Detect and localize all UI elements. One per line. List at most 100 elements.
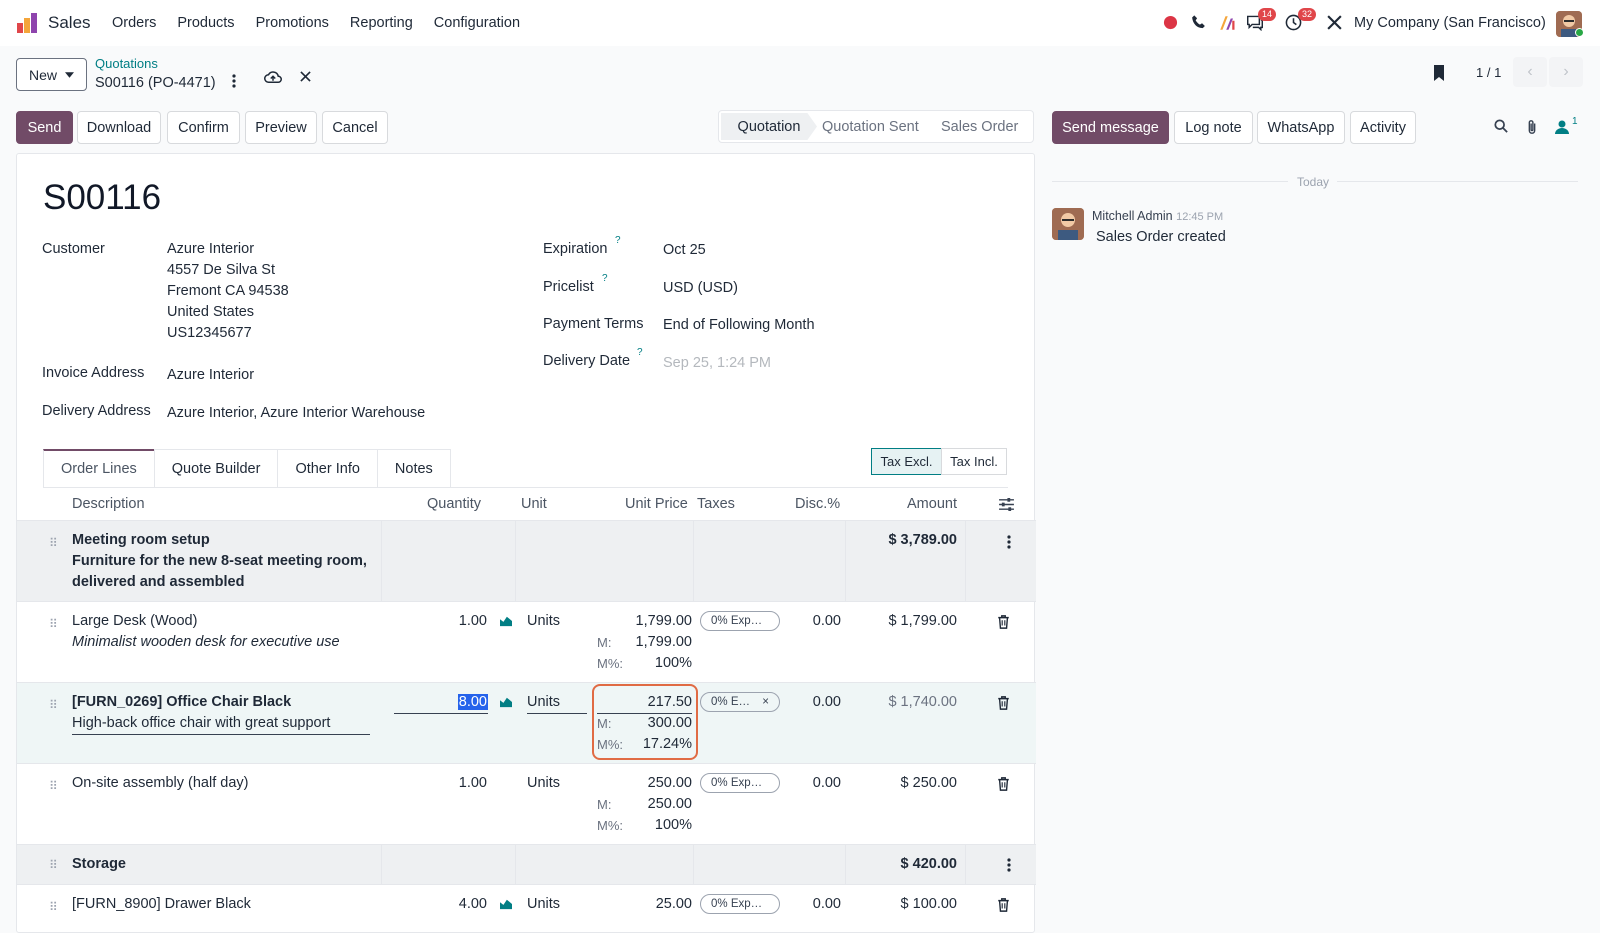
row-kebab-icon[interactable]: [1007, 858, 1011, 872]
pricelist-help-icon[interactable]: ?: [602, 273, 608, 284]
forecast-chart-icon[interactable]: [499, 615, 513, 627]
line-tax-tag[interactable]: 0% Exp…: [700, 894, 780, 914]
line-product-name[interactable]: On-site assembly (half day): [72, 773, 248, 794]
trash-icon[interactable]: [997, 615, 1010, 629]
line-discount[interactable]: 0.00: [777, 611, 841, 632]
download-button[interactable]: Download: [77, 111, 161, 144]
trash-icon[interactable]: [997, 696, 1010, 710]
pager-value[interactable]: 1 / 1: [1476, 65, 1501, 80]
line-quantity-input[interactable]: 8.00: [394, 692, 488, 714]
row-kebab-icon[interactable]: [1007, 535, 1011, 549]
customer-name[interactable]: Azure Interior: [167, 239, 289, 260]
delivery-date-help-icon[interactable]: ?: [637, 347, 643, 358]
col-quantity[interactable]: Quantity: [427, 496, 481, 512]
expiration-help-icon[interactable]: ?: [615, 235, 621, 246]
line-unit[interactable]: Units: [527, 773, 560, 794]
status-quotation-sent[interactable]: Quotation Sent: [822, 119, 919, 135]
menu-products[interactable]: Products: [177, 15, 234, 31]
discard-icon[interactable]: [300, 71, 311, 82]
line-description-input[interactable]: High-back office chair with great suppor…: [72, 713, 370, 735]
drag-handle-icon[interactable]: ⠿: [49, 618, 58, 630]
whatsapp-button[interactable]: WhatsApp: [1257, 111, 1345, 144]
tab-order-lines[interactable]: Order Lines: [43, 449, 155, 487]
drag-handle-icon[interactable]: ⠿: [49, 699, 58, 711]
phone-icon[interactable]: [1190, 14, 1207, 31]
tab-other-info[interactable]: Other Info: [277, 449, 378, 487]
company-switcher[interactable]: My Company (San Francisco): [1354, 15, 1546, 31]
col-unit[interactable]: Unit: [521, 496, 547, 512]
customer-field[interactable]: Azure Interior 4557 De Silva St Fremont …: [167, 239, 289, 344]
payment-terms-field[interactable]: End of Following Month: [663, 315, 815, 336]
line-unit-price[interactable]: 1,799.00: [607, 611, 692, 632]
bookmark-icon[interactable]: [1432, 64, 1446, 82]
menu-promotions[interactable]: Promotions: [256, 15, 329, 31]
tax-excl-toggle[interactable]: Tax Excl.: [871, 448, 942, 475]
col-taxes[interactable]: Taxes: [697, 496, 735, 512]
send-button[interactable]: Send: [16, 111, 73, 144]
line-unit[interactable]: Units: [527, 894, 560, 915]
tools-icon[interactable]: [1326, 14, 1343, 31]
kebab-menu-icon[interactable]: [232, 74, 236, 88]
remove-tag-icon[interactable]: ×: [762, 696, 769, 708]
line-tax-tag[interactable]: 0% Exp…: [700, 773, 780, 793]
breadcrumb-quotations[interactable]: Quotations: [95, 56, 158, 71]
line-tax-tag[interactable]: 0% E… ×: [700, 692, 780, 712]
pager-previous-button[interactable]: ‹: [1513, 57, 1547, 87]
line-quantity[interactable]: 1.00: [417, 611, 487, 632]
line-unit-input[interactable]: Units: [527, 692, 587, 714]
line-discount[interactable]: 0.00: [777, 894, 841, 915]
status-sales-order[interactable]: Sales Order: [941, 119, 1018, 135]
line-discount[interactable]: 0.00: [777, 773, 841, 794]
log-note-button[interactable]: Log note: [1174, 111, 1253, 144]
col-unit-price[interactable]: Unit Price: [625, 496, 688, 512]
drag-handle-icon[interactable]: ⠿: [49, 859, 58, 871]
confirm-button[interactable]: Confirm: [167, 111, 240, 144]
col-discount[interactable]: Disc.%: [795, 496, 840, 512]
line-unit-price[interactable]: 25.00: [607, 894, 692, 915]
line-unit[interactable]: Units: [527, 611, 560, 632]
followers-icon[interactable]: [1554, 119, 1570, 135]
section-row[interactable]: ⠿ Meeting room setup Furniture for the n…: [17, 520, 1036, 601]
menu-orders[interactable]: Orders: [112, 15, 156, 31]
menu-configuration[interactable]: Configuration: [434, 15, 520, 31]
send-message-button[interactable]: Send message: [1052, 111, 1169, 144]
order-line-row[interactable]: ⠿ Large Desk (Wood) Minimalist wooden de…: [17, 601, 1036, 682]
new-button[interactable]: New: [16, 58, 87, 91]
order-line-row[interactable]: ⠿ [FURN_8900] Drawer Black 4.00 Units 25…: [17, 884, 1036, 924]
record-icon[interactable]: [1163, 15, 1178, 30]
status-quotation[interactable]: Quotation: [721, 113, 817, 140]
order-line-row-selected[interactable]: ⠿ [FURN_0269] Office Chair Black High-ba…: [17, 682, 1036, 763]
app-name[interactable]: Sales: [48, 13, 91, 33]
paperclip-icon[interactable]: [1526, 119, 1538, 135]
expiration-field[interactable]: Oct 25: [663, 240, 706, 261]
message-author-avatar[interactable]: [1052, 208, 1084, 240]
col-amount[interactable]: Amount: [907, 496, 957, 512]
pager-next-button[interactable]: ›: [1549, 57, 1583, 87]
activity-button[interactable]: Activity: [1350, 111, 1416, 144]
search-icon[interactable]: [1494, 119, 1508, 133]
line-unit-price[interactable]: 250.00: [607, 773, 692, 794]
trash-icon[interactable]: [997, 777, 1010, 791]
drag-handle-icon[interactable]: ⠿: [49, 780, 58, 792]
sales-app-icon[interactable]: [16, 12, 38, 34]
line-product-name[interactable]: [FURN_8900] Drawer Black: [72, 894, 251, 915]
line-product-name[interactable]: [FURN_0269] Office Chair Black: [72, 692, 291, 713]
tab-quote-builder[interactable]: Quote Builder: [153, 449, 279, 487]
delivery-date-field[interactable]: Sep 25, 1:24 PM: [663, 353, 771, 374]
order-line-row[interactable]: ⠿ On-site assembly (half day) 1.00 Units…: [17, 763, 1036, 844]
line-tax-tag[interactable]: 0% Exp…: [700, 611, 780, 631]
trash-icon[interactable]: [997, 898, 1010, 912]
message-author[interactable]: Mitchell Admin 12:45 PM: [1092, 209, 1223, 223]
pricelist-field[interactable]: USD (USD): [663, 278, 738, 299]
tab-notes[interactable]: Notes: [376, 449, 451, 487]
tax-incl-toggle[interactable]: Tax Incl.: [941, 448, 1007, 475]
line-discount[interactable]: 0.00: [777, 692, 841, 713]
forecast-chart-icon[interactable]: [499, 898, 513, 910]
drag-handle-icon[interactable]: ⠿: [49, 901, 58, 913]
cancel-button[interactable]: Cancel: [322, 111, 388, 144]
optional-columns-icon[interactable]: [999, 498, 1014, 511]
forecast-chart-icon[interactable]: [499, 696, 513, 708]
section-row[interactable]: ⠿ Storage $ 420.00: [17, 844, 1036, 884]
line-quantity[interactable]: 4.00: [417, 894, 487, 915]
line-description[interactable]: Minimalist wooden desk for executive use: [72, 632, 340, 653]
